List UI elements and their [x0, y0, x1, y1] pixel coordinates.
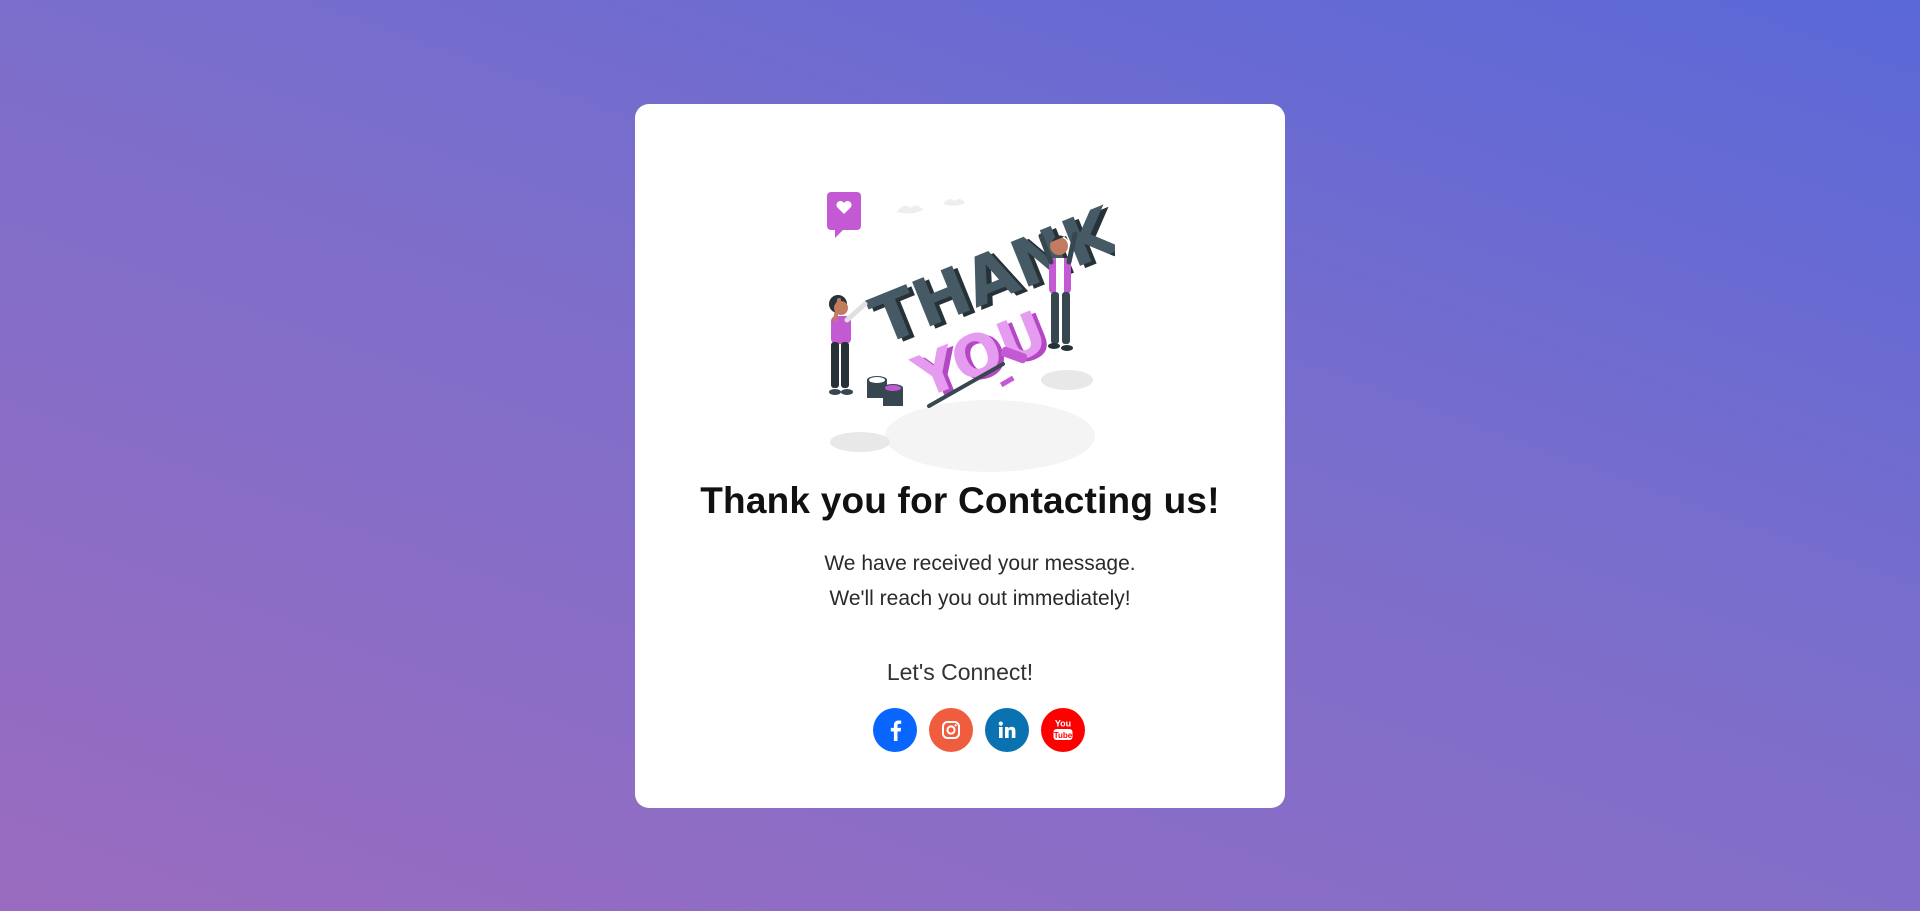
facebook-icon	[890, 720, 902, 741]
instagram-button[interactable]	[929, 708, 973, 752]
message-line-2: We'll reach you out immediately!	[829, 587, 1131, 610]
thank-you-card: THANK THANK YOU YOU Thank you for Contac…	[635, 104, 1285, 808]
social-links: You Tube	[873, 708, 1085, 752]
message-line-1: We have received your message.	[824, 552, 1136, 575]
youtube-button[interactable]: You Tube	[1041, 708, 1085, 752]
page-title: Thank you for Contacting us!	[700, 480, 1220, 521]
svg-text:You: You	[1055, 719, 1071, 729]
thank-you-illustration: THANK THANK YOU YOU	[827, 191, 1115, 472]
woman-figure	[829, 295, 868, 395]
facebook-button[interactable]	[873, 708, 917, 752]
instagram-icon	[942, 721, 960, 739]
linkedin-button[interactable]	[985, 708, 1029, 752]
linkedin-icon	[998, 721, 1016, 738]
youtube-icon: You Tube	[1053, 719, 1073, 740]
svg-text:Tube: Tube	[1054, 731, 1073, 740]
connect-label: Let's Connect!	[886, 659, 1034, 685]
